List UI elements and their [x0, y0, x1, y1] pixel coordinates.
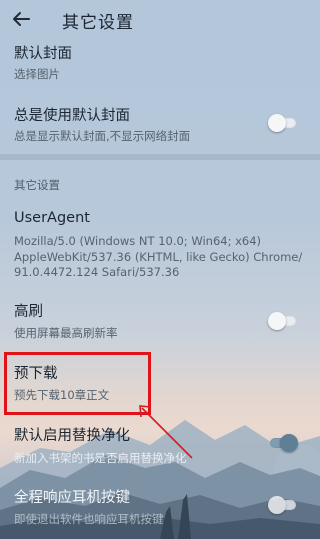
- headset-keys-toggle[interactable]: [268, 496, 298, 514]
- page-title: 其它设置: [62, 13, 134, 33]
- default-replace-toggle[interactable]: [268, 434, 298, 452]
- setting-desc: 选择图片: [14, 67, 60, 81]
- section-header: 其它设置: [14, 178, 60, 192]
- high-refresh-toggle[interactable]: [268, 312, 298, 330]
- always-default-cover-toggle[interactable]: [268, 114, 298, 132]
- setting-desc: 新加入书架的书是否启用替换净化: [14, 451, 187, 465]
- setting-desc: 即使退出软件也响应耳机按键: [14, 512, 164, 526]
- setting-desc: 预先下载10章正文: [14, 388, 110, 402]
- setting-label: 全程响应耳机按键: [14, 490, 130, 506]
- setting-desc: Mozilla/5.0 (Windows NT 10.0; Win64; x64…: [14, 234, 303, 279]
- arrow-left-icon: [13, 12, 30, 26]
- setting-desc: 总是显示默认封面,不显示网络封面: [14, 129, 191, 143]
- setting-label: 默认启用替换净化: [14, 428, 130, 444]
- back-button[interactable]: [8, 6, 34, 32]
- section-divider: [0, 154, 320, 160]
- setting-label: 默认封面: [14, 46, 72, 62]
- setting-label: 高刷: [14, 304, 43, 320]
- setting-label: UserAgent: [14, 210, 90, 226]
- setting-desc: 使用屏幕最高刷新率: [14, 326, 118, 340]
- setting-label: 总是使用默认封面: [14, 108, 130, 124]
- app-bar: 其它设置: [0, 0, 320, 38]
- setting-label: 预下载: [14, 366, 58, 382]
